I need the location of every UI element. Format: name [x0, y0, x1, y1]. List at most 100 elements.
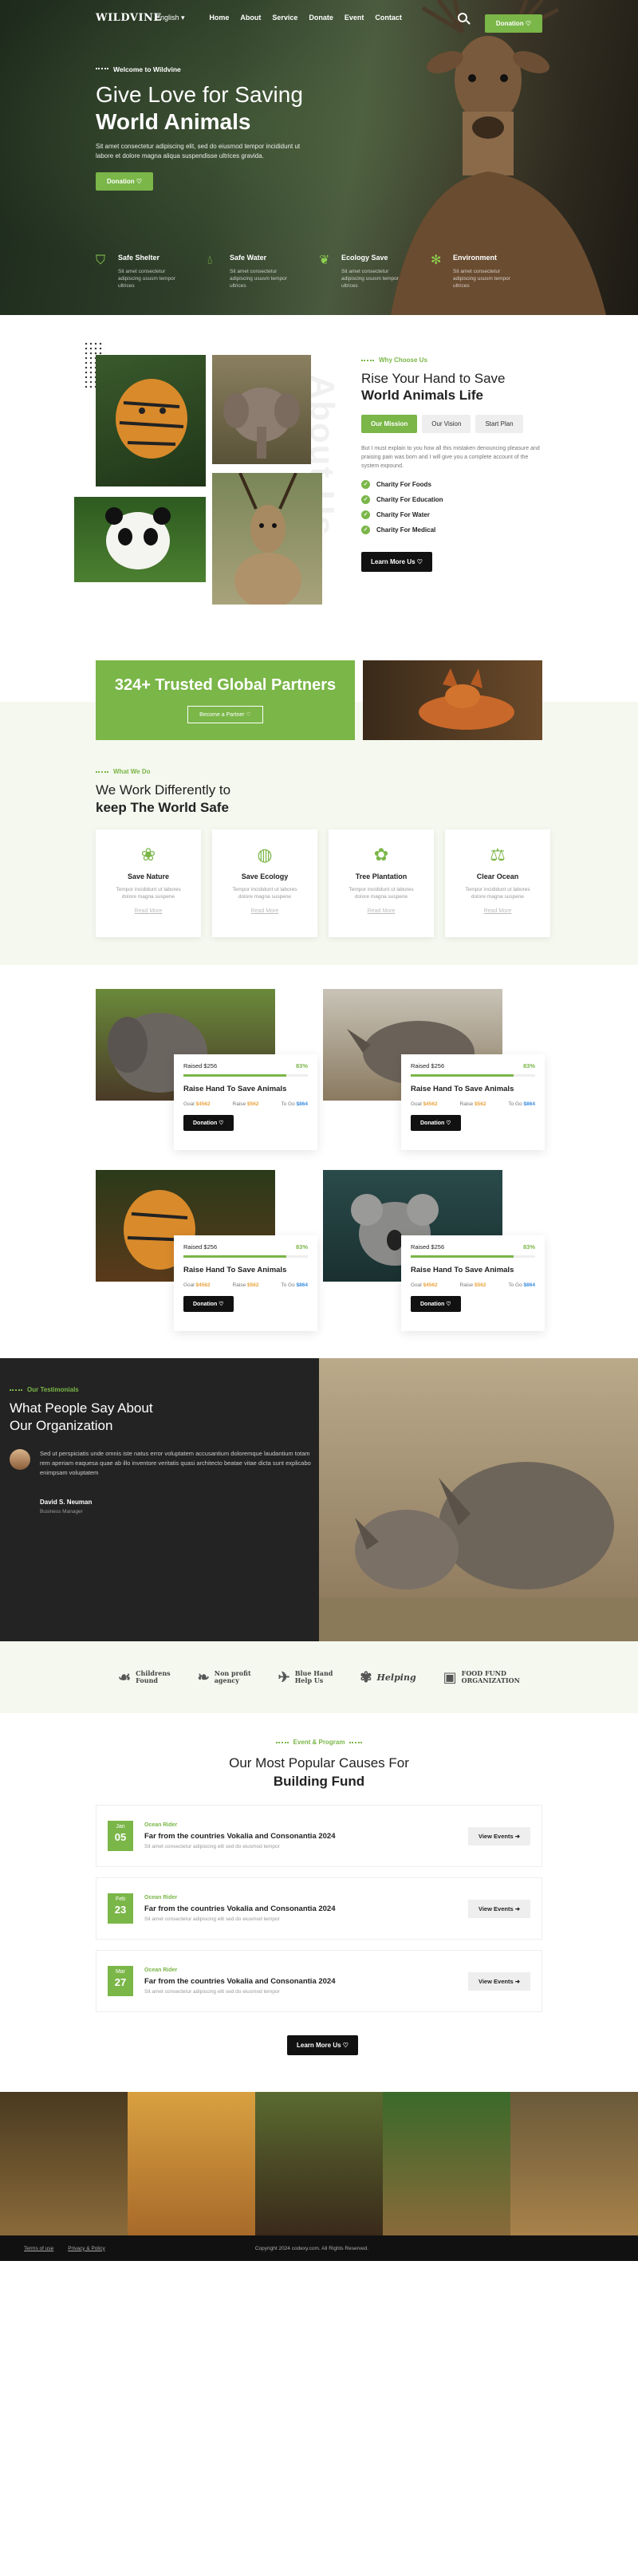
feature-environment: ✻ Environment Sit amet consectetur adipisc…: [431, 254, 510, 289]
check-icon: ✓: [361, 526, 370, 534]
terms-link[interactable]: Terms of use: [24, 2246, 53, 2251]
event-item: Jan 05 Ocean Rider Far from the countries …: [96, 1805, 542, 1867]
partners-title: 324+ Trusted Global Partners: [114, 676, 337, 694]
feature-ecology-save: ❦ Ecology Save Sit amet consectetur adipis…: [319, 254, 399, 289]
card-tree-plantation: ✿ Tree Plantation Tempor incididunt ut lab…: [329, 829, 434, 937]
gallery-deer: [510, 2092, 638, 2235]
read-more-link[interactable]: Read More: [212, 908, 317, 914]
check-icon: ✓: [361, 480, 370, 489]
donation-card: Raised $256 83% Raise Hand To Save Animal…: [401, 1235, 545, 1331]
check-icon: ✓: [361, 510, 370, 519]
nature-icon: ❀: [140, 845, 156, 865]
tab-our-vision[interactable]: Our Vision: [422, 415, 471, 433]
privacy-link[interactable]: Privacy & Policy: [68, 2246, 105, 2251]
nav-menu: Home About Service Donate Event Contact: [209, 14, 402, 22]
tab-start-plan[interactable]: Start Plan: [475, 415, 523, 433]
work-title: We Work Differently to keep The World Saf…: [96, 782, 231, 815]
hero-text: Sit amet consectetur adipiscing elit, se…: [96, 143, 301, 160]
partners-banner: 324+ Trusted Global Partners Become a Pa…: [96, 660, 355, 740]
progress-fill: [411, 1255, 514, 1258]
nav-item-event[interactable]: Event: [345, 14, 364, 22]
partner-logos: ☙ Childrens Found ❧ Non profit agency ✈ Blue …: [0, 1641, 638, 1713]
tab-our-mission[interactable]: Our Mission: [361, 415, 418, 433]
event-date: Feb 23: [108, 1893, 133, 1924]
feature-safe-shelter: ⛉ Safe Shelter Sit amet consectetur adipis…: [96, 254, 175, 289]
hero-features: ⛉ Safe Shelter Sit amet consectetur adipis…: [96, 254, 542, 290]
events-eyebrow: Event & Program: [0, 1739, 638, 1746]
panda-photo: [74, 497, 206, 582]
hero-content: Welcome to Wildvine Give Love for Saving…: [96, 65, 319, 191]
read-more-link[interactable]: Read More: [329, 908, 434, 914]
site-logo[interactable]: WILDVINE: [96, 12, 161, 24]
about-tabs: Our Mission Our Vision Start Plan: [361, 415, 545, 433]
donation-button[interactable]: Donation ♡: [411, 1296, 461, 1312]
read-more-link[interactable]: Read More: [96, 908, 201, 914]
view-events-button[interactable]: View Events ➜: [467, 1826, 530, 1845]
view-events-button[interactable]: View Events ➜: [467, 1971, 530, 1991]
event-item: Feb 23 Ocean Rider Far from the countries …: [96, 1877, 542, 1940]
read-more-link[interactable]: Read More: [445, 908, 550, 914]
work-cards: ❀ Save Nature Tempor incididunt ut labores…: [96, 829, 550, 937]
nav-item-donate[interactable]: Donate: [309, 14, 333, 22]
leaf-icon: ❧: [197, 1668, 210, 1686]
events-learn-more-button[interactable]: Learn More Us ♡: [287, 2035, 358, 2055]
nav-donation-button[interactable]: Donation ♡: [484, 14, 542, 33]
box-icon: ▣: [443, 1668, 457, 1686]
donation-card: Raised $256 83% Raise Hand To Save Animal…: [174, 1054, 317, 1150]
progress-bar: [411, 1074, 535, 1077]
event-item: Mar 27 Ocean Rider Far from the countries …: [96, 1950, 542, 2012]
gallery-lion: [0, 2092, 128, 2235]
card-save-nature: ❀ Save Nature Tempor incididunt ut labores…: [96, 829, 201, 937]
donation-button[interactable]: Donation ♡: [411, 1115, 461, 1131]
learn-more-button[interactable]: Learn More Us ♡: [361, 552, 432, 572]
hero-section: WILDVINE English ▾ Home About Service Do…: [0, 0, 638, 315]
donation-button[interactable]: Donation ♡: [183, 1115, 234, 1131]
flower-icon: ✻: [431, 254, 442, 267]
hero-donation-button[interactable]: Donation ♡: [96, 172, 154, 191]
copyright: Copyright 2024 codexy.com. All Rights Re…: [254, 2245, 369, 2251]
progress-fill: [411, 1074, 514, 1077]
animal-gallery: [0, 2092, 638, 2235]
testimonial-section: Our Testimonials What People Say About Ou…: [0, 1358, 319, 1641]
partner-logo: ☙ Childrens Found: [118, 1668, 171, 1686]
rhino-photo: [319, 1358, 638, 1641]
partner-logo: ✾ Helping: [360, 1668, 416, 1686]
progress-bar: [183, 1074, 308, 1077]
testimonial-title: What People Say About Our Organization: [10, 1400, 153, 1433]
nav-item-home[interactable]: Home: [209, 14, 229, 22]
footer: Terms of use Privacy & Policy Copyright …: [0, 2235, 638, 2261]
donation-button[interactable]: Donation ♡: [183, 1296, 234, 1312]
author-role: Business Manager: [40, 1509, 83, 1514]
language-select[interactable]: English ▾: [156, 14, 185, 22]
hero-title: Give Love for Saving World Animals: [96, 82, 303, 134]
search-icon[interactable]: [457, 13, 467, 22]
nav-item-service[interactable]: Service: [272, 14, 297, 22]
testimonial-quote: Sed ut perspiciatis unde omnis iste natu…: [10, 1449, 319, 1478]
about-title: Rise Your Hand to Save World Animals Life: [361, 371, 506, 403]
partner-logo: ▣ FOOD FUND ORGANIZATION: [443, 1668, 520, 1686]
nav-item-contact[interactable]: Contact: [375, 14, 402, 22]
partner-logo: ✈ Blue Hand Help Us: [278, 1668, 333, 1686]
gallery-antelope: [128, 2092, 255, 2235]
donation-card: Raised $256 83% Raise Hand To Save Animal…: [401, 1054, 545, 1150]
globe-icon: ◍: [257, 845, 273, 865]
scale-icon: ⚖: [490, 845, 506, 865]
testimonial-eyebrow: Our Testimonials: [10, 1386, 319, 1393]
hero-eyebrow: Welcome to Wildvine: [96, 65, 319, 73]
shield-icon: ⛉: [96, 254, 106, 267]
about-text: But I must explain to you how all this m…: [361, 446, 540, 469]
partner-logo: ❧ Non profit agency: [197, 1668, 251, 1686]
become-partner-button[interactable]: Become a Partner ♡: [187, 706, 263, 723]
list-item: ✓ Charity For Education: [361, 495, 545, 504]
list-item: ✓ Charity For Water: [361, 510, 545, 519]
progress-fill: [183, 1255, 287, 1258]
avatar: [10, 1449, 30, 1470]
leaf-icon: ❦: [319, 254, 330, 267]
events-title: Our Most Popular Causes For Building Fund: [229, 1755, 409, 1789]
nav-item-about[interactable]: About: [240, 14, 261, 22]
wave-icon: [96, 68, 108, 71]
flower-icon: ✿: [373, 845, 389, 865]
main-nav: WILDVINE English ▾ Home About Service Do…: [0, 0, 638, 35]
check-icon: ✓: [361, 495, 370, 504]
view-events-button[interactable]: View Events ➜: [467, 1899, 530, 1918]
